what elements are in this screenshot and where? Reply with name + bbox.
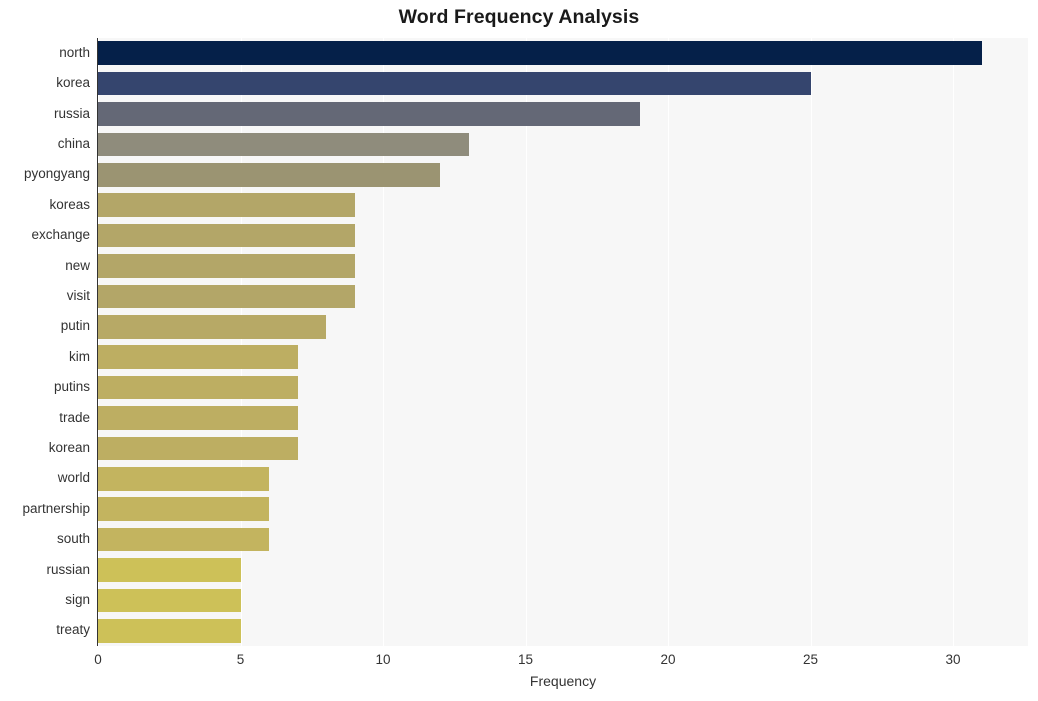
y-tick-label-sign: sign: [65, 591, 90, 607]
x-tick-label-20: 20: [660, 652, 676, 667]
bar-slot: [98, 223, 1028, 248]
bar-slot: [98, 436, 1028, 461]
bar-slot: [98, 558, 1028, 582]
plot-area: [98, 38, 1028, 646]
bar-exchange[interactable]: [98, 223, 355, 248]
x-tick-label-30: 30: [945, 652, 961, 667]
bar-slot: [98, 588, 1028, 613]
x-axis-tick-labels: 0 5 10 15 20 25 30: [94, 646, 1028, 676]
y-axis-category-labels: north korea russia china pyongyang koreas exch…: [0, 38, 90, 646]
bar-slot: [98, 527, 1028, 552]
bar-series: [98, 38, 1028, 646]
y-tick-label-trade: trade: [59, 409, 90, 425]
x-axis-label: Frequency: [529, 673, 597, 689]
bar-slot: [98, 618, 1028, 643]
bar-slot: [98, 497, 1028, 522]
bar-russian[interactable]: [98, 558, 241, 582]
x-tick-label-15: 15: [518, 652, 534, 667]
bar-slot: [98, 375, 1028, 400]
y-tick-label-putins: putins: [53, 379, 90, 395]
bar-korea[interactable]: [98, 71, 811, 96]
bar-slot: [98, 406, 1028, 430]
bar-sign[interactable]: [98, 588, 241, 613]
y-tick-label-new: new: [65, 257, 90, 273]
y-tick-label-koreas: koreas: [49, 196, 90, 212]
y-tick-label-pyongyang: pyongyang: [23, 166, 90, 182]
bar-china[interactable]: [98, 132, 469, 157]
x-tick-label-25: 25: [803, 652, 819, 667]
bar-slot: [98, 284, 1028, 309]
bar-kim[interactable]: [98, 345, 298, 370]
y-tick-label-exchange: exchange: [31, 227, 90, 243]
x-tick-label-5: 5: [236, 652, 245, 667]
bar-slot: [98, 41, 1028, 66]
y-tick-label-treaty: treaty: [56, 622, 90, 638]
bar-north[interactable]: [98, 41, 982, 66]
bar-slot: [98, 466, 1028, 491]
bar-slot: [98, 254, 1028, 278]
bar-slot: [98, 102, 1028, 126]
bar-trade[interactable]: [98, 406, 298, 430]
bar-visit[interactable]: [98, 284, 355, 309]
bar-koreas[interactable]: [98, 193, 355, 218]
bar-pyongyang[interactable]: [98, 162, 441, 187]
y-tick-label-visit: visit: [66, 287, 90, 303]
y-tick-label-kim: kim: [69, 348, 90, 364]
bar-korean[interactable]: [98, 436, 298, 461]
bar-slot: [98, 314, 1028, 339]
y-tick-label-russia: russia: [53, 105, 90, 121]
y-tick-label-korean: korean: [48, 439, 90, 455]
y-tick-label-russian: russian: [46, 561, 90, 577]
bar-slot: [98, 345, 1028, 370]
word-frequency-chart-figure: Word Frequency Analysis north korea russia…: [0, 0, 1038, 701]
bar-partnership[interactable]: [98, 497, 269, 522]
bar-putin[interactable]: [98, 314, 326, 339]
bar-slot: [98, 193, 1028, 218]
y-tick-label-putin: putin: [60, 318, 90, 334]
y-tick-label-partnership: partnership: [22, 500, 90, 516]
y-tick-label-north: north: [59, 44, 90, 60]
y-tick-label-south: south: [56, 531, 90, 547]
x-tick-label-0: 0: [94, 652, 102, 667]
bar-slot: [98, 162, 1028, 187]
bar-treaty[interactable]: [98, 618, 241, 643]
y-tick-label-world: world: [57, 470, 90, 486]
bar-putins[interactable]: [98, 375, 298, 400]
bar-south[interactable]: [98, 527, 269, 552]
chart-title: Word Frequency Analysis: [398, 6, 640, 28]
bar-slot: [98, 132, 1028, 157]
bar-slot: [98, 71, 1028, 96]
y-tick-label-china: china: [57, 135, 90, 151]
y-tick-label-korea: korea: [56, 75, 90, 91]
bar-new[interactable]: [98, 254, 355, 278]
bar-world[interactable]: [98, 466, 269, 491]
bar-russia[interactable]: [98, 102, 640, 126]
x-tick-label-10: 10: [375, 652, 391, 667]
